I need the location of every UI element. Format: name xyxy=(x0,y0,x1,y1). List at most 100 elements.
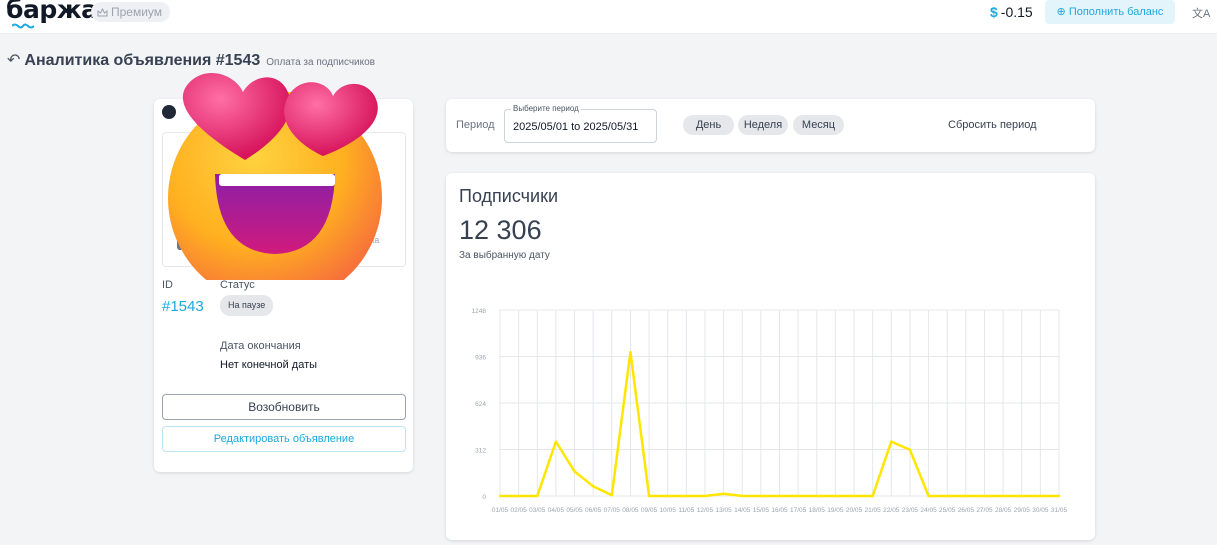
chart-x-tick-label: 23/05 xyxy=(902,507,919,514)
chart-point xyxy=(573,470,576,473)
chart-y-tick-label: 936 xyxy=(475,355,486,362)
id-label: ID xyxy=(162,279,173,291)
resume-button[interactable]: Возобновить xyxy=(162,394,406,420)
edit-ad-button[interactable]: Редактировать объявление xyxy=(162,426,406,452)
chart-point xyxy=(722,492,725,495)
chart-x-tick-label: 18/05 xyxy=(809,507,826,514)
period-picker-legend: Выберите период xyxy=(511,104,581,113)
chart-x-tick-label: 09/05 xyxy=(641,507,658,514)
chart-point xyxy=(591,485,595,488)
chart-point xyxy=(517,494,520,498)
ad-id: #1543 xyxy=(162,298,204,315)
balance: $ -0.15 xyxy=(990,4,1033,20)
chart-x-tick-label: 11/05 xyxy=(678,507,694,514)
chart-x-tick-label: 05/05 xyxy=(566,507,583,514)
plus-circle-icon: ⊕ xyxy=(1056,6,1066,18)
subscribers-chart: 0312624936124801/05 02/05 03/05 04/05 05/05 0… xyxy=(472,308,1068,514)
chart-point xyxy=(815,494,818,498)
chart-x-tick-label: 07/05 xyxy=(604,507,621,514)
currency-symbol: $ xyxy=(990,4,998,20)
period-label: Период xyxy=(456,119,495,131)
chart-y-tick-label: 0 xyxy=(482,494,486,501)
chart-point xyxy=(1001,494,1005,498)
chart-x-tick-label: 14/05 xyxy=(734,507,751,514)
end-date-label: Дата окончания xyxy=(220,340,301,352)
chart-point xyxy=(647,494,651,498)
translate-icon[interactable]: 文A xyxy=(1192,5,1210,21)
chart-x-tick-label: 24/05 xyxy=(920,507,937,514)
period-chip-day[interactable]: День xyxy=(683,115,734,135)
period-chip-month[interactable]: Месяц xyxy=(793,115,844,135)
chart-x-tick-label: 28/05 xyxy=(995,507,1012,514)
page-subtitle: Оплата за подписчиков xyxy=(266,57,375,68)
chart-point xyxy=(554,440,558,443)
balance-value: -0.15 xyxy=(1000,4,1033,20)
chart-point xyxy=(685,494,688,498)
chart-x-tick-label: 13/05 xyxy=(715,507,732,514)
chart-x-tick-label: 21/05 xyxy=(865,507,882,514)
chart-point xyxy=(759,494,763,498)
heart-eyes-emoji-sticker xyxy=(168,72,382,280)
page-title: Аналитика объявления #1543 xyxy=(24,52,261,69)
chart-x-tick-label: 29/05 xyxy=(1014,507,1031,514)
chart-x-tick-label: 19/05 xyxy=(827,507,844,514)
chart-point xyxy=(1039,494,1042,498)
chart-x-tick-label: 25/05 xyxy=(939,507,956,514)
chart-x-tick-label: 22/05 xyxy=(883,507,900,514)
end-date-value: Нет конечной даты xyxy=(220,359,318,371)
period-chip-week[interactable]: Неделя xyxy=(738,115,788,135)
status-label: Статус xyxy=(220,279,255,291)
chart-x-tick-label: 12/05 xyxy=(697,507,714,514)
chart-x-tick-label: 30/05 xyxy=(1032,507,1049,514)
chart-x-tick-label: 06/05 xyxy=(585,507,602,514)
logo-wave xyxy=(12,23,34,29)
chart-point xyxy=(536,494,539,498)
chart-point xyxy=(703,494,707,498)
chart-x-tick-label: 27/05 xyxy=(976,507,993,514)
chart-y-tick-label: 624 xyxy=(475,401,486,408)
premium-badge[interactable]: Премиум xyxy=(91,2,171,22)
chart-x-tick-label: 20/05 xyxy=(846,507,863,514)
premium-label: Премиум xyxy=(111,5,163,19)
status-badge: На паузе xyxy=(220,295,274,316)
chart-x-tick-label: 01/05 xyxy=(492,507,509,514)
logo[interactable]: баржа xyxy=(6,0,98,29)
subscribers-card: Подписчики 12 306 За выбранную дату 0 312… xyxy=(446,173,1095,540)
chart-point xyxy=(629,350,632,354)
top-bar: баржа Премиум $ -0.15 ⊕ Пополнить баланс … xyxy=(0,0,1217,34)
chart-point xyxy=(890,440,893,443)
chart-x-tick-label: 08/05 xyxy=(622,507,639,514)
chart-point xyxy=(834,494,837,498)
chart-x-tick-label: 26/05 xyxy=(958,507,975,514)
topup-button[interactable]: ⊕ Пополнить баланс xyxy=(1045,0,1175,24)
chart-point xyxy=(927,494,930,498)
crown-icon xyxy=(97,7,108,16)
chart-point xyxy=(796,494,800,498)
period-picker-value: 2025/05/01 to 2025/05/31 xyxy=(513,121,639,133)
chart-point xyxy=(741,494,744,498)
chart-x-tick-label: 03/05 xyxy=(529,507,546,514)
chart-y-tick-label: 1248 xyxy=(472,308,487,315)
reset-period-button[interactable]: Сбросить период xyxy=(948,119,1037,131)
chart-x-tick-label: 04/05 xyxy=(548,507,565,514)
chart-point xyxy=(498,494,502,498)
chart-x-tick-label: 02/05 xyxy=(510,507,527,514)
back-arrow-icon[interactable]: ↶ xyxy=(7,50,20,70)
chart-point xyxy=(610,494,613,497)
chart-point xyxy=(964,494,968,498)
chart-x-tick-label: 17/05 xyxy=(790,507,807,514)
chart-point xyxy=(983,494,986,498)
chart-point xyxy=(1057,494,1061,498)
chart-point xyxy=(871,494,874,498)
period-picker[interactable]: Выберите период 2025/05/01 to 2025/05/31 xyxy=(504,104,657,143)
chart-point xyxy=(946,494,949,498)
chart-y-tick-label: 312 xyxy=(475,448,486,455)
chart-point xyxy=(778,494,781,498)
chart-point xyxy=(666,494,669,498)
chart-x-tick-label: 31/05 xyxy=(1051,507,1068,514)
chart-point xyxy=(908,448,912,451)
period-card: Период Выберите период 2025/05/01 to 202… xyxy=(446,99,1095,152)
chart-x-tick-label: 16/05 xyxy=(771,507,788,514)
chart-point xyxy=(852,494,856,498)
chart-point xyxy=(1020,494,1023,498)
